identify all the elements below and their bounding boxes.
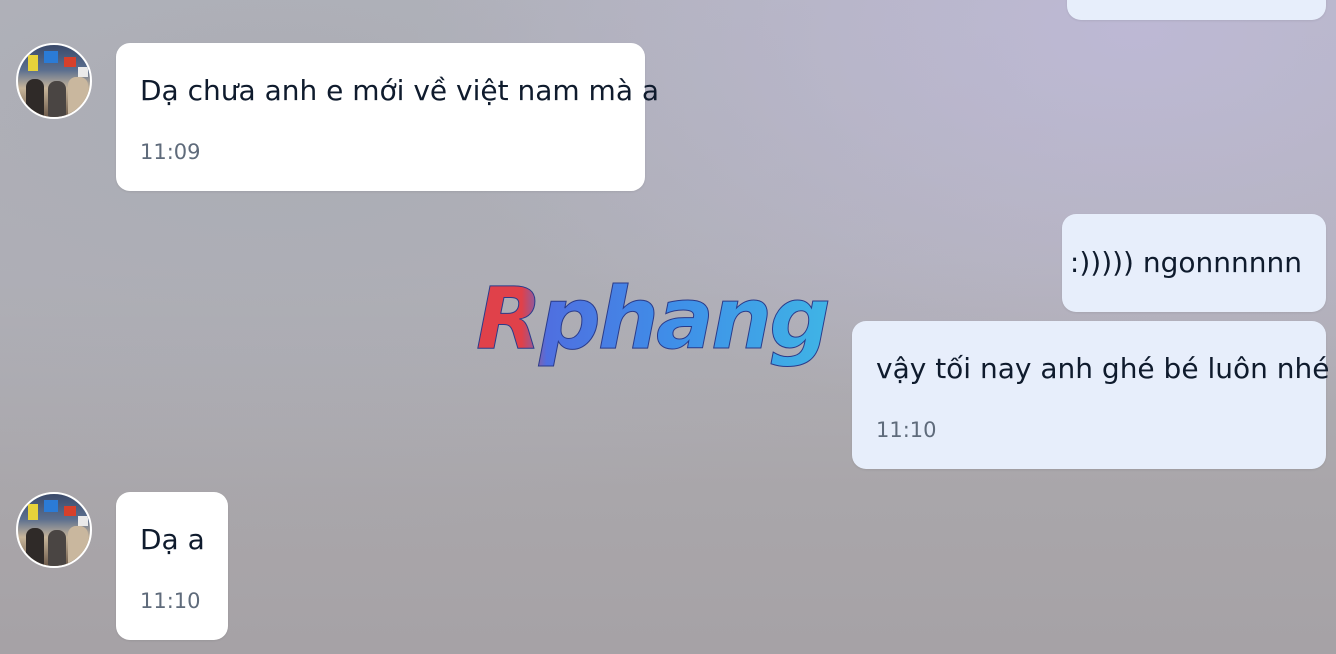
message-bubble-incoming[interactable]: Dạ chưa anh e mới về việt nam mà a 11:09 bbox=[116, 43, 659, 191]
watermark-text: Rphang bbox=[476, 272, 828, 369]
message-bubble-outgoing[interactable]: :))))) ngonnnnnn bbox=[1062, 214, 1326, 312]
rphang-watermark-logo: Rphang bbox=[476, 272, 832, 370]
message-bubble-outgoing-partial[interactable] bbox=[1067, 0, 1326, 20]
chat-conversation: Dạ chưa anh e mới về việt nam mà a 11:09… bbox=[0, 0, 1336, 654]
message-bubble-outgoing[interactable]: vậy tối nay anh ghé bé luôn nhé 11:10 bbox=[852, 321, 1330, 469]
contact-avatar[interactable] bbox=[16, 492, 92, 568]
message-text: Dạ chưa anh e mới về việt nam mà a bbox=[140, 74, 660, 107]
message-time: 11:09 bbox=[140, 140, 201, 164]
contact-avatar[interactable] bbox=[16, 43, 92, 119]
message-text: :))))) ngonnnnnn bbox=[1069, 246, 1302, 279]
message-time: 11:10 bbox=[876, 418, 937, 442]
message-text: Dạ a bbox=[140, 523, 205, 556]
message-time: 11:10 bbox=[140, 589, 201, 613]
message-bubble-incoming[interactable]: Dạ a 11:10 bbox=[116, 492, 228, 640]
message-text: vậy tối nay anh ghé bé luôn nhé bbox=[876, 352, 1330, 385]
